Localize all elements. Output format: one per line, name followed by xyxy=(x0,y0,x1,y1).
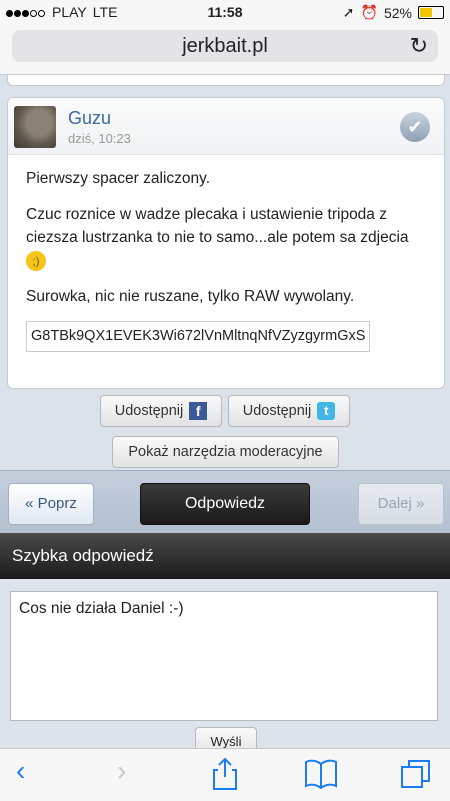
twitter-icon: t xyxy=(317,402,336,421)
forum-content: Guzu dziś, 10:23 ✔ Pierwszy spacer zalic… xyxy=(0,75,450,485)
previous-post-edge xyxy=(7,75,445,86)
status-bar: PLAY LTE 11:58 ➚ ⏰ 52% xyxy=(0,0,450,24)
share-facebook-button[interactable]: Udostępnij f xyxy=(100,395,222,427)
share-twitter-button[interactable]: Udostępnij t xyxy=(228,395,350,427)
share-twitter-label: Udostępnij xyxy=(242,403,312,419)
battery-icon xyxy=(418,6,444,19)
prev-button[interactable]: « Poprz xyxy=(8,483,94,525)
chevron-right-icon[interactable]: › xyxy=(117,755,126,787)
mod-tools-button[interactable]: Pokaż narzędzia moderacyjne xyxy=(112,436,339,468)
post-code: G8TBk9QX1EVEK3Wi672lVnMltnqNfVZyzgyrmGxS xyxy=(26,321,371,352)
address-bar: jerkbait.pl ↻ xyxy=(0,24,450,75)
battery-percent: 52% xyxy=(383,4,412,21)
avatar[interactable] xyxy=(14,106,56,148)
reload-icon[interactable]: ↻ xyxy=(410,30,428,62)
quick-reply-title: Szybka odpowiedź xyxy=(0,533,450,579)
post-body: Pierwszy spacer zaliczony. Czuc roznice … xyxy=(8,155,444,364)
quick-reply-area: Cos nie działa Daniel :-) Wyśli xyxy=(0,579,450,757)
book-icon[interactable] xyxy=(304,759,338,789)
next-button[interactable]: Dalej » xyxy=(358,483,444,525)
forum-post: Guzu dziś, 10:23 ✔ Pierwszy spacer zalic… xyxy=(7,97,445,389)
url-text: jerkbait.pl xyxy=(182,35,268,57)
share-icon[interactable] xyxy=(211,757,239,791)
check-icon[interactable]: ✔ xyxy=(400,112,430,142)
wink-emoji-icon: ;) xyxy=(26,250,46,271)
tabs-icon[interactable] xyxy=(400,758,432,790)
alarm-icon: ⏰ xyxy=(360,4,378,20)
thread-navigation: « Poprz Odpowiedz Dalej » xyxy=(0,470,450,533)
status-right: ➚ ⏰ 52% xyxy=(343,4,444,21)
reply-button[interactable]: Odpowiedz xyxy=(140,483,310,525)
post-date: dziś, 10:23 xyxy=(68,131,131,146)
location-icon: ➚ xyxy=(342,4,355,20)
post-paragraph: Surowka, nic nie ruszane, tylko RAW wywo… xyxy=(26,288,355,305)
post-author[interactable]: Guzu xyxy=(68,108,111,129)
post-paragraph: Czuc roznice w wadze plecaka i ustawieni… xyxy=(26,206,409,246)
facebook-icon: f xyxy=(189,402,208,421)
post-header: Guzu dziś, 10:23 ✔ xyxy=(8,98,444,155)
url-field[interactable]: jerkbait.pl ↻ xyxy=(12,30,438,62)
quick-reply-textarea[interactable]: Cos nie działa Daniel :-) xyxy=(10,591,438,721)
post-paragraph: Pierwszy spacer zaliczony. xyxy=(26,170,211,187)
post-paragraph-with-emoji: Czuc roznice w wadze plecaka i ustawieni… xyxy=(26,203,426,272)
share-facebook-label: Udostępnij xyxy=(114,403,184,419)
chevron-left-icon[interactable]: ‹ xyxy=(16,755,25,787)
battery-fill xyxy=(420,8,433,17)
browser-toolbar: ‹ › xyxy=(0,748,450,801)
